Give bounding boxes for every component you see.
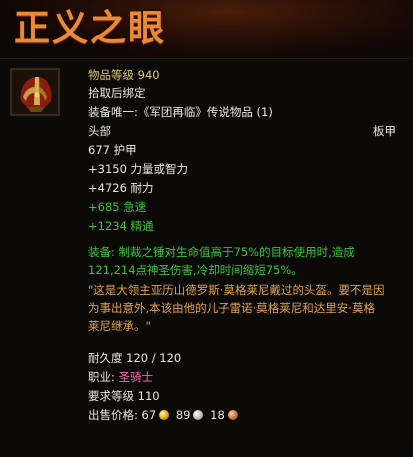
item-tooltip: 正义之眼 物品等级 940 拾取后绑定 装备唯一:《军团再临》传说物品 (1) … [0,0,413,457]
tooltip-header: 正义之眼 [0,0,413,58]
copper-coin-icon [227,410,238,420]
silver-coin-icon [193,410,204,420]
item-level: 物品等级 940 [88,68,160,82]
equip-effect-line-1: 装备: 制裁之锤对生命值高于75%的目标使用时,造成 [88,245,355,259]
durability: 耐久度 120 / 120 [88,351,182,365]
copper-amount: 18 [210,408,225,422]
flavor-text-line-2: 为事出意外,本该由他的儿子雷诺·莫格莱尼和达里安·莫格 [88,301,375,315]
item-slot: 头部 [88,124,111,138]
stat-mastery: +1234 精通 [88,219,154,233]
flavor-text-line-3: 莱尼继承。" [88,319,151,333]
unique-equipped: 装备唯一:《军团再临》传说物品 (1) [88,105,273,119]
equip-effect-line-2: 121,214点神圣伤害,冷却时间缩短75%。 [88,263,303,277]
binding: 拾取后绑定 [88,86,146,100]
required-level: 要求等级 110 [88,389,160,403]
armor-type: 板甲 [373,124,396,138]
stat-stamina: +4726 耐力 [88,181,154,195]
gold-amount: 67 [141,408,157,422]
stat-primary: +3150 力量或智力 [88,162,189,176]
helmet-icon [13,71,57,113]
gold-coin-icon [159,410,170,420]
sell-price-label: 出售价格: [88,408,138,422]
flavor-text-line-1: "这是大领主亚历山德罗斯·莫格莱尼戴过的头盔。要不是因 [88,283,385,297]
item-name: 正义之眼 [14,7,167,49]
class-label: 职业: [88,370,115,384]
tooltip-bottom-edge [0,440,413,457]
silver-amount: 89 [175,408,191,422]
armor-value: 677 护甲 [88,143,137,157]
class-requirement: 职业: 圣骑士 [88,370,153,385]
header-divider [0,58,413,59]
stat-haste: +685 急速 [88,200,147,214]
class-value: 圣骑士 [118,370,154,384]
sell-price: 出售价格: 67 89 18 [88,408,241,423]
item-icon-frame [10,68,60,116]
